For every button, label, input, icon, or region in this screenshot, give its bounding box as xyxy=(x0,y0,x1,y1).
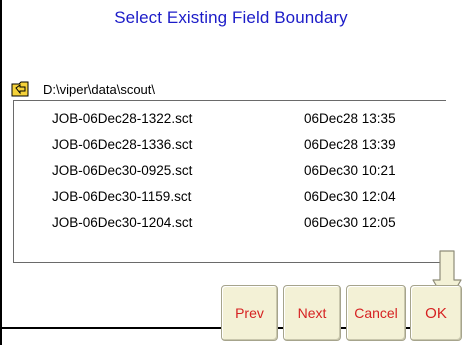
ok-button[interactable]: OK xyxy=(410,285,462,341)
file-name: JOB-06Dec30-1204.sct xyxy=(52,214,193,230)
field-boundary-dialog: Select Existing Field Boundary D:\viper\… xyxy=(0,0,462,345)
next-button[interactable]: Next xyxy=(283,285,341,341)
file-name: JOB-06Dec30-1159.sct xyxy=(52,188,192,204)
file-row[interactable]: JOB-06Dec28-1336.sct 06Dec28 13:39 xyxy=(14,131,434,157)
file-date: 06Dec30 10:21 xyxy=(304,162,396,178)
file-row[interactable]: JOB-06Dec30-0925.sct 06Dec30 10:21 xyxy=(14,157,434,183)
folder-up-icon[interactable] xyxy=(11,81,37,97)
folder-path-row[interactable]: D:\viper\data\scout\ xyxy=(11,80,155,98)
file-date: 06Dec28 13:39 xyxy=(304,136,396,152)
folder-path: D:\viper\data\scout\ xyxy=(43,81,155,97)
file-name: JOB-06Dec28-1322.sct xyxy=(52,110,193,126)
file-row[interactable]: JOB-06Dec30-1159.sct 06Dec30 12:04 xyxy=(14,183,434,209)
file-row[interactable]: JOB-06Dec28-1322.sct 06Dec28 13:35 xyxy=(14,105,434,131)
file-name: JOB-06Dec28-1336.sct xyxy=(52,136,193,152)
file-name: JOB-06Dec30-0925.sct xyxy=(52,162,193,178)
file-date: 06Dec30 12:05 xyxy=(304,214,396,230)
file-row[interactable]: JOB-06Dec30-1204.sct 06Dec30 12:05 xyxy=(14,209,434,235)
file-date: 06Dec28 13:35 xyxy=(304,110,396,126)
dialog-title: Select Existing Field Boundary xyxy=(114,8,348,27)
left-border xyxy=(0,0,2,345)
cancel-button[interactable]: Cancel xyxy=(346,285,406,341)
file-list: JOB-06Dec28-1322.sct 06Dec28 13:35 JOB-0… xyxy=(13,100,446,263)
file-date: 06Dec30 12:04 xyxy=(304,188,396,204)
prev-button[interactable]: Prev xyxy=(221,285,278,341)
